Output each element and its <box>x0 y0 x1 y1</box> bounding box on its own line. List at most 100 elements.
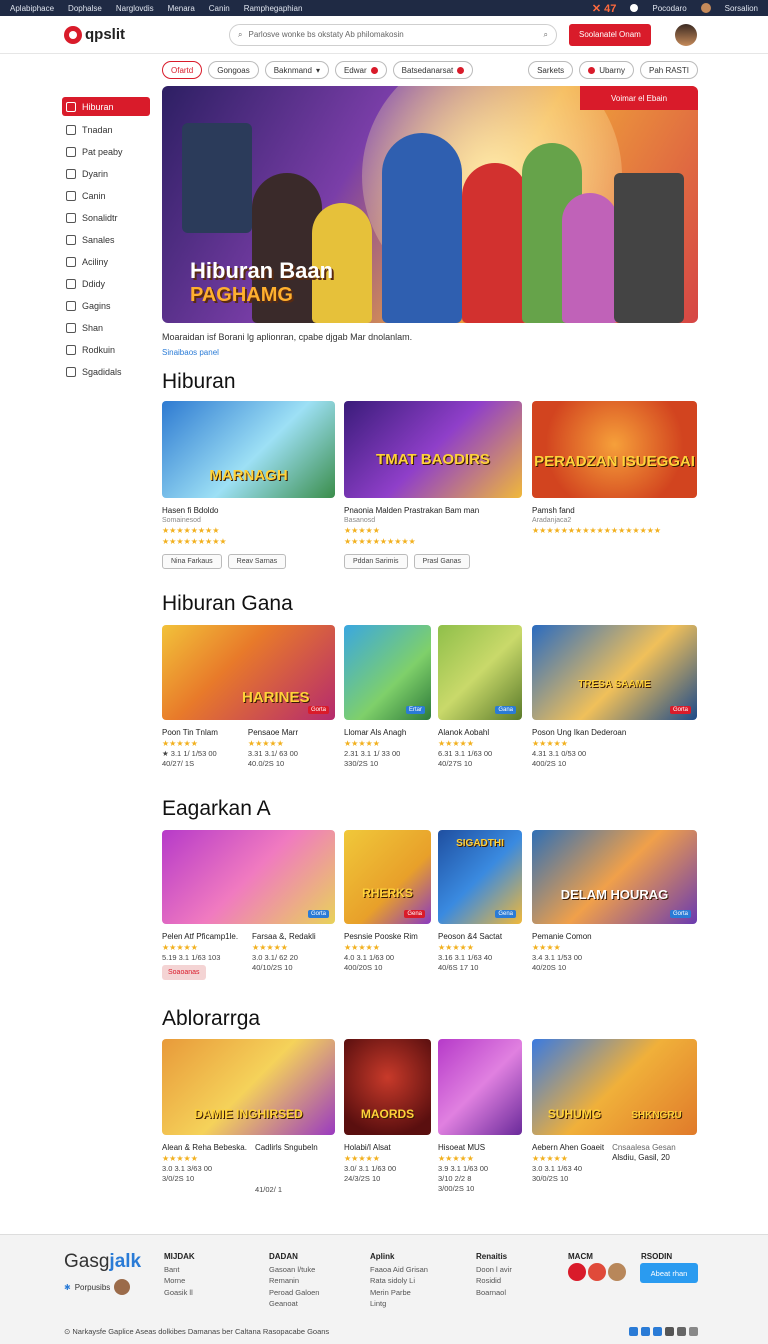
card-button[interactable]: Pddan Sarimis <box>344 554 408 569</box>
topbar-link[interactable]: Narglovdis <box>116 4 154 13</box>
hero-link[interactable]: Sinaibaos panel <box>162 348 219 357</box>
sidebar-item[interactable]: Hiburan <box>62 97 150 116</box>
game-thumbnail[interactable]: PERADZAN ISUEGGAI <box>532 401 697 498</box>
topbar-account[interactable]: Sorsalion <box>725 4 758 13</box>
game-thumbnail[interactable]: DELAM HOURAG Gorta <box>532 830 697 924</box>
sidebar-item[interactable]: Sanales <box>62 229 150 251</box>
footer-link[interactable]: Remanin <box>269 1275 319 1287</box>
card-button[interactable]: Prasl Ganas <box>413 554 471 569</box>
topbar-link[interactable]: Dophalse <box>68 4 102 13</box>
topbar-link[interactable]: Canin <box>209 4 230 13</box>
logo[interactable]: qpslit <box>64 25 229 44</box>
hero-cta-button[interactable]: Voimar el Ebain <box>580 86 698 110</box>
search-input[interactable]: ⌕ Parlosve wonke bs okstaty Ab philomako… <box>229 23 557 46</box>
sidebar-item[interactable]: Aciliny <box>62 251 150 273</box>
sidebar-item[interactable]: Shan <box>62 317 150 339</box>
footer-link[interactable]: Boarnaol <box>476 1287 512 1299</box>
game-thumbnail[interactable] <box>438 1039 522 1135</box>
game-thumbnail[interactable]: RHERKS Gena <box>344 830 431 924</box>
footer-link[interactable]: Bant <box>164 1264 195 1276</box>
chip[interactable]: Pah RASTI <box>639 61 698 79</box>
game-thumbnail[interactable]: MARNAGH <box>162 401 335 498</box>
sidebar-item[interactable]: Sgadidals <box>62 361 150 383</box>
game-thumbnail[interactable]: TRESA SAAME Gorta <box>532 625 697 720</box>
game-title[interactable]: Alanok Aobahl <box>438 728 522 737</box>
game-card[interactable]: DELAM HOURAG Gorta Pemanie Comon ★★★★ 3.… <box>532 830 697 972</box>
game-card[interactable]: RHERKS Gena Pesnsie Pooske Rim ★★★★★ 4.0… <box>344 830 431 972</box>
game-title[interactable]: Hisoeat MUS <box>438 1143 522 1152</box>
game-title[interactable]: Llomar Als Anagh <box>344 728 431 737</box>
game-title[interactable]: Cnsaalesa Gesan <box>612 1143 676 1152</box>
footer-link[interactable]: Goasik ll <box>164 1287 195 1299</box>
user-avatar[interactable] <box>674 23 697 46</box>
settings-icon[interactable] <box>665 1327 674 1336</box>
footer-link[interactable]: Geanoat <box>269 1298 319 1310</box>
game-title[interactable]: Cadlirls Sngubeln <box>255 1143 318 1152</box>
game-thumbnail[interactable]: Ertar <box>344 625 431 720</box>
game-title[interactable]: Farsaa &, Redakli <box>252 932 316 941</box>
game-title[interactable]: Peoson &4 Sactat <box>438 932 522 941</box>
game-title[interactable]: Hasen fi Bdoldo <box>162 506 335 515</box>
game-title[interactable]: Alean & Reha Bebeska. <box>162 1143 247 1152</box>
sidebar-item[interactable]: Tnadan <box>62 119 150 141</box>
topbar-link[interactable]: Menara <box>168 4 195 13</box>
game-title[interactable]: Holabi/I Alsat <box>344 1143 431 1152</box>
topbar-link[interactable]: Ramphegaphian <box>244 4 303 13</box>
chip[interactable]: Ubarny <box>579 61 634 79</box>
social-icon[interactable] <box>588 1263 606 1281</box>
game-thumbnail[interactable]: TMAT BAODIRS <box>344 401 522 498</box>
footer-link[interactable]: Gasoan l/tuke <box>269 1264 319 1276</box>
mini-avatar[interactable] <box>700 3 711 13</box>
game-title[interactable]: Aebern Ahen Goaeit <box>532 1143 604 1152</box>
game-card[interactable]: Gorta Pelen Atf Pficamp1le. ★★★★★ 5.19 3… <box>162 830 335 980</box>
sidebar-item[interactable]: Canin <box>62 185 150 207</box>
remove-chip-icon[interactable] <box>457 66 465 74</box>
youtube-icon[interactable] <box>677 1327 686 1336</box>
facebook-icon[interactable] <box>629 1327 638 1336</box>
game-card[interactable]: PERADZAN ISUEGGAI Pamsh fand Aradanjaca2… <box>532 401 697 535</box>
game-thumbnail[interactable]: SIGADTHI Gena <box>438 830 522 924</box>
info-icon[interactable] <box>630 4 639 12</box>
game-title[interactable]: Pesnsie Pooske Rim <box>344 932 431 941</box>
game-title[interactable]: Pamsh fand <box>532 506 697 515</box>
sidebar-item[interactable]: Pat peaby <box>62 141 150 163</box>
topbar-right-link[interactable]: Pocodaro <box>652 4 686 13</box>
sidebar-item[interactable]: Dyarin <box>62 163 150 185</box>
topbar-link[interactable]: Aplabiphace <box>10 4 54 13</box>
footer-link[interactable]: Merin Parbe <box>370 1287 428 1299</box>
avatar[interactable] <box>608 1263 626 1281</box>
game-thumbnail[interactable]: MAORDS <box>344 1039 431 1135</box>
footer-cta-button[interactable]: Abeat rhan <box>640 1263 698 1283</box>
social-icon[interactable] <box>568 1263 586 1281</box>
footer-link[interactable]: Morne <box>164 1275 195 1287</box>
hero-banner[interactable]: Voimar el Ebain Hiburan Baan PAGHAMG <box>162 86 698 323</box>
game-card[interactable]: SUHUMG SHKNGRU Aebern Ahen Goaeit ★★★★★ … <box>532 1039 697 1183</box>
game-title[interactable]: Pnaonia Malden Prastrakan Bam man <box>344 506 522 515</box>
game-title[interactable]: Pemanie Comon <box>532 932 697 941</box>
chip[interactable]: Baknmand ▾ <box>264 61 329 79</box>
footer-brand[interactable]: Gasgjalk <box>64 1251 141 1273</box>
card-button[interactable]: Nina Farkaus <box>162 554 222 569</box>
globe-icon[interactable] <box>689 1327 698 1336</box>
game-thumbnail[interactable]: Gana <box>438 625 522 720</box>
footer-link[interactable]: Doon l avir <box>476 1264 512 1276</box>
chip[interactable]: Edwar <box>334 61 387 79</box>
chip[interactable]: Batsedanarsat <box>392 61 474 79</box>
twitter-icon[interactable] <box>641 1327 650 1336</box>
game-title[interactable]: Pelen Atf Pficamp1le. <box>162 932 238 941</box>
game-title[interactable]: Poson Ung Ikan Dederoan <box>532 728 697 737</box>
topbar-count[interactable]: ✕ 47 <box>592 2 617 15</box>
game-card[interactable]: Gana Alanok Aobahl ★★★★★ 6.31 3.1 1/63 0… <box>438 625 522 768</box>
footer-link[interactable]: Lintg <box>370 1298 428 1310</box>
footer-link[interactable]: Faaoa Aid Grisan <box>370 1264 428 1276</box>
game-card[interactable]: HARINES Gorta Poon Tin Tnlam ★★★★★ ★ 3.1… <box>162 625 335 768</box>
game-thumbnail[interactable]: Gorta <box>162 830 335 924</box>
card-button[interactable]: Reav Sarnas <box>227 554 287 569</box>
game-card[interactable]: Ertar Llomar Als Anagh ★★★★★ 2.31 3.1 1/… <box>344 625 431 768</box>
sidebar-item[interactable]: Ddidy <box>62 273 150 295</box>
game-card[interactable]: SIGADTHI Gena Peoson &4 Sactat ★★★★★ 3.1… <box>438 830 522 972</box>
sidebar-item[interactable]: Gagins <box>62 295 150 317</box>
sidebar-item[interactable]: Sonalidtr <box>62 207 150 229</box>
chip[interactable]: Ofartd <box>162 61 203 79</box>
search-submit-icon[interactable]: ⌕ <box>544 30 548 40</box>
